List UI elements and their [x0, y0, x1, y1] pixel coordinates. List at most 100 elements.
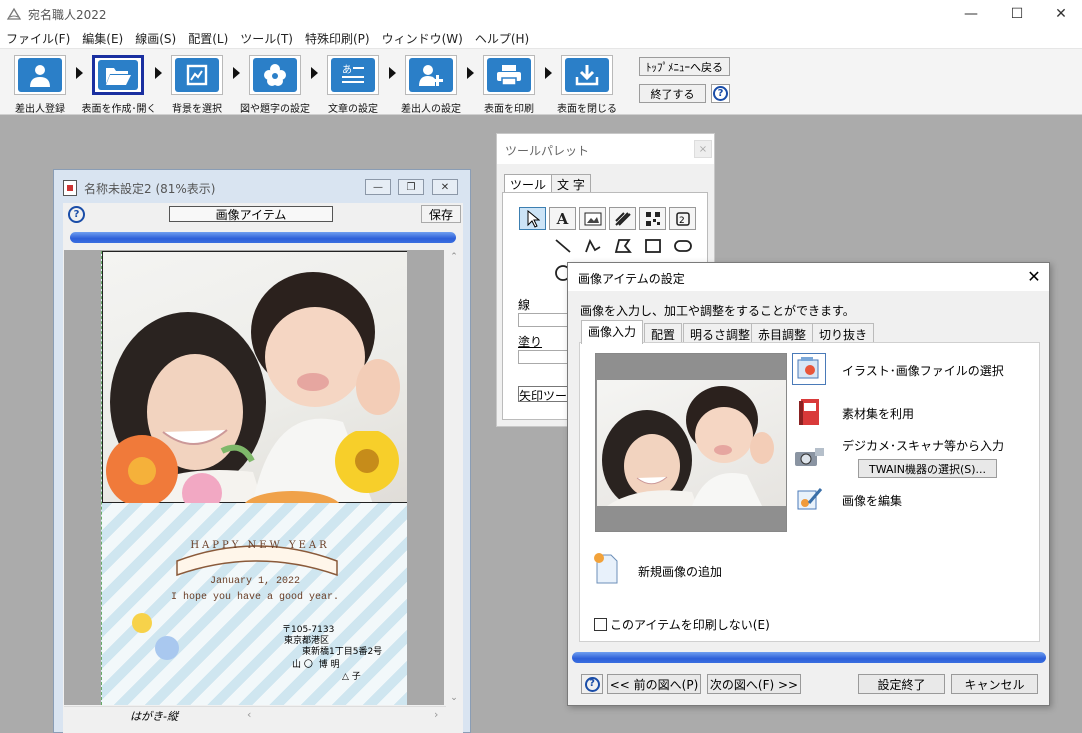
print-front-button[interactable]	[483, 55, 535, 95]
tab-image-input[interactable]: 画像入力	[581, 320, 644, 344]
postcard-front: HAPPY NEW YEAR January 1, 2022 I hope yo…	[101, 251, 407, 705]
top-menu-button[interactable]: ﾄｯﾌﾟﾒﾆｭｰへ戻る	[639, 57, 730, 76]
tab-brightness[interactable]: 明るさ調整	[683, 323, 758, 343]
menu-drawing[interactable]: 線画(S)	[135, 30, 182, 47]
menu-edit[interactable]: 編集(E)	[82, 30, 129, 47]
menu-bar: ファイル(F) 編集(E) 線画(S) 配置(L) ツール(T) 特殊印刷(P)…	[0, 28, 1082, 49]
palette-tab-tools[interactable]: ツール	[504, 174, 553, 193]
sender-register-label: 差出人登録	[15, 104, 65, 115]
postcard-canvas[interactable]: HAPPY NEW YEAR January 1, 2022 I hope yo…	[64, 250, 444, 705]
menu-file[interactable]: ファイル(F)	[6, 30, 76, 47]
maximize-button[interactable]: ☐	[994, 0, 1040, 28]
greeting-text: HAPPY NEW YEAR	[190, 540, 330, 551]
tab-placement[interactable]: 配置	[644, 323, 683, 343]
select-background-label: 背景を選択	[172, 104, 222, 115]
image-file-icon	[797, 357, 819, 379]
doc-minimize-button[interactable]: —	[365, 179, 391, 195]
create-open-front-button[interactable]	[92, 55, 144, 95]
select-image-file-label[interactable]: イラスト･画像ファイルの選択	[842, 362, 1004, 379]
select-image-file-button[interactable]	[792, 353, 826, 385]
sender-register-button[interactable]	[14, 55, 66, 95]
folder-open-icon	[98, 60, 138, 90]
pattern-tool-icon[interactable]	[609, 207, 636, 230]
flower-icon	[253, 58, 297, 92]
vertical-scrollbar[interactable]: ⌃ ⌄	[446, 250, 462, 705]
tab-red-eye[interactable]: 赤目調整	[751, 323, 814, 343]
sender-settings-button[interactable]	[405, 55, 457, 95]
fill-style-field[interactable]	[518, 350, 568, 364]
palette-tab-text[interactable]: 文 字	[551, 174, 591, 193]
qr-code-icon[interactable]	[639, 207, 666, 230]
twain-select-button[interactable]: TWAIN機器の選択(S)...	[858, 459, 997, 478]
step-toolbar: 差出人登録 表面を作成･開く 背景を選択 図や題字の設定 あ 文章の設定 差出人…	[0, 49, 1082, 115]
paper-size-label: はがき-縦	[130, 710, 178, 723]
app-logo-icon	[6, 6, 22, 22]
rectangle-tool-icon[interactable]	[639, 234, 666, 257]
figure-title-settings-label: 図や題字の設定	[240, 104, 310, 115]
material-collection-button[interactable]	[792, 396, 826, 428]
sender-address-2: 東新橋1丁目5番2号	[302, 647, 383, 657]
no-print-checkbox[interactable]	[594, 618, 607, 631]
scroll-left-icon[interactable]: ‹	[247, 708, 251, 721]
document-panel: ? 画像アイテム 保存 HAPPY NEW YEAR January 1, 20…	[63, 203, 463, 733]
dialog-help-button[interactable]: ?	[581, 674, 603, 694]
next-figure-button[interactable]: 次の図へ(F) >>	[707, 674, 801, 694]
exit-button[interactable]: 終了する	[639, 84, 706, 103]
polygon-tool-icon[interactable]	[609, 234, 636, 257]
text-settings-button[interactable]: あ	[327, 55, 379, 95]
dialog-title: 画像アイテムの設定	[578, 272, 685, 286]
svg-text:あ: あ	[342, 64, 352, 76]
menu-special-print[interactable]: 特殊印刷(P)	[305, 30, 376, 47]
person-add-icon	[409, 58, 453, 92]
doc-restore-button[interactable]: ❐	[398, 179, 424, 195]
edit-image-label[interactable]: 画像を編集	[842, 492, 902, 509]
fill-label: 塗り	[518, 335, 543, 349]
greeting-message: I hope you have a good year.	[170, 592, 340, 603]
horizontal-scrollbar[interactable]: はがき-縦 ‹ ›	[64, 706, 446, 723]
doc-close-button[interactable]: ✕	[432, 179, 458, 195]
camera-scanner-button[interactable]	[792, 441, 826, 473]
text-lines-icon: あ	[331, 58, 375, 92]
cancel-button[interactable]: キャンセル	[951, 674, 1038, 694]
tab-crop[interactable]: 切り抜き	[812, 323, 875, 343]
menu-window[interactable]: ウィンドウ(W)	[382, 30, 469, 47]
menu-help[interactable]: ヘルプ(H)	[475, 30, 535, 47]
material-collection-label[interactable]: 素材集を利用	[842, 405, 914, 422]
toolbar-help-button[interactable]: ?	[711, 84, 730, 103]
select-background-button[interactable]	[171, 55, 223, 95]
stamp-tool-icon[interactable]: 2	[669, 207, 696, 230]
doc-help-button[interactable]: ?	[68, 206, 85, 223]
sender-name-2: △ 子	[342, 672, 361, 682]
menu-tools[interactable]: ツール(T)	[240, 30, 299, 47]
line-style-field[interactable]	[518, 313, 568, 327]
text-tool-icon[interactable]: A	[549, 207, 576, 230]
palette-close-button[interactable]: ×	[694, 140, 712, 158]
select-arrow-icon[interactable]	[519, 207, 546, 230]
scroll-right-icon[interactable]: ›	[434, 708, 438, 721]
new-image-label[interactable]: 新規画像の追加	[638, 563, 722, 580]
image-tool-icon[interactable]	[579, 207, 606, 230]
prev-figure-button[interactable]: << 前の図へ(P)	[607, 674, 701, 694]
menu-layout[interactable]: 配置(L)	[188, 30, 234, 47]
dialog-progress-bar	[572, 652, 1046, 663]
step-arrow-icon	[545, 67, 552, 79]
new-image-button[interactable]	[589, 552, 623, 584]
no-print-label[interactable]: このアイテムを印刷しない(E)	[610, 616, 770, 633]
figure-title-settings-button[interactable]	[249, 55, 301, 95]
rounded-rect-tool-icon[interactable]	[669, 234, 696, 257]
postcard-text-area: HAPPY NEW YEAR January 1, 2022 I hope yo…	[102, 503, 407, 705]
line-tool-icon[interactable]	[549, 234, 576, 257]
document-window: 名称未設定2 (81%表示) — ❐ ✕ ? 画像アイテム 保存 HAPPY N…	[53, 169, 471, 733]
close-button[interactable]: ✕	[1038, 0, 1082, 28]
minimize-button[interactable]: —	[948, 0, 994, 28]
step-arrow-icon	[311, 67, 318, 79]
svg-text:2: 2	[679, 216, 685, 226]
edit-image-button[interactable]	[792, 483, 826, 515]
polyline-tool-icon[interactable]	[579, 234, 606, 257]
help-icon: ?	[713, 86, 728, 101]
dialog-close-button[interactable]: ✕	[1023, 265, 1045, 287]
greeting-date: January 1, 2022	[209, 576, 300, 587]
save-button[interactable]: 保存	[421, 205, 461, 223]
close-front-button[interactable]	[561, 55, 613, 95]
finish-settings-button[interactable]: 設定終了	[858, 674, 945, 694]
